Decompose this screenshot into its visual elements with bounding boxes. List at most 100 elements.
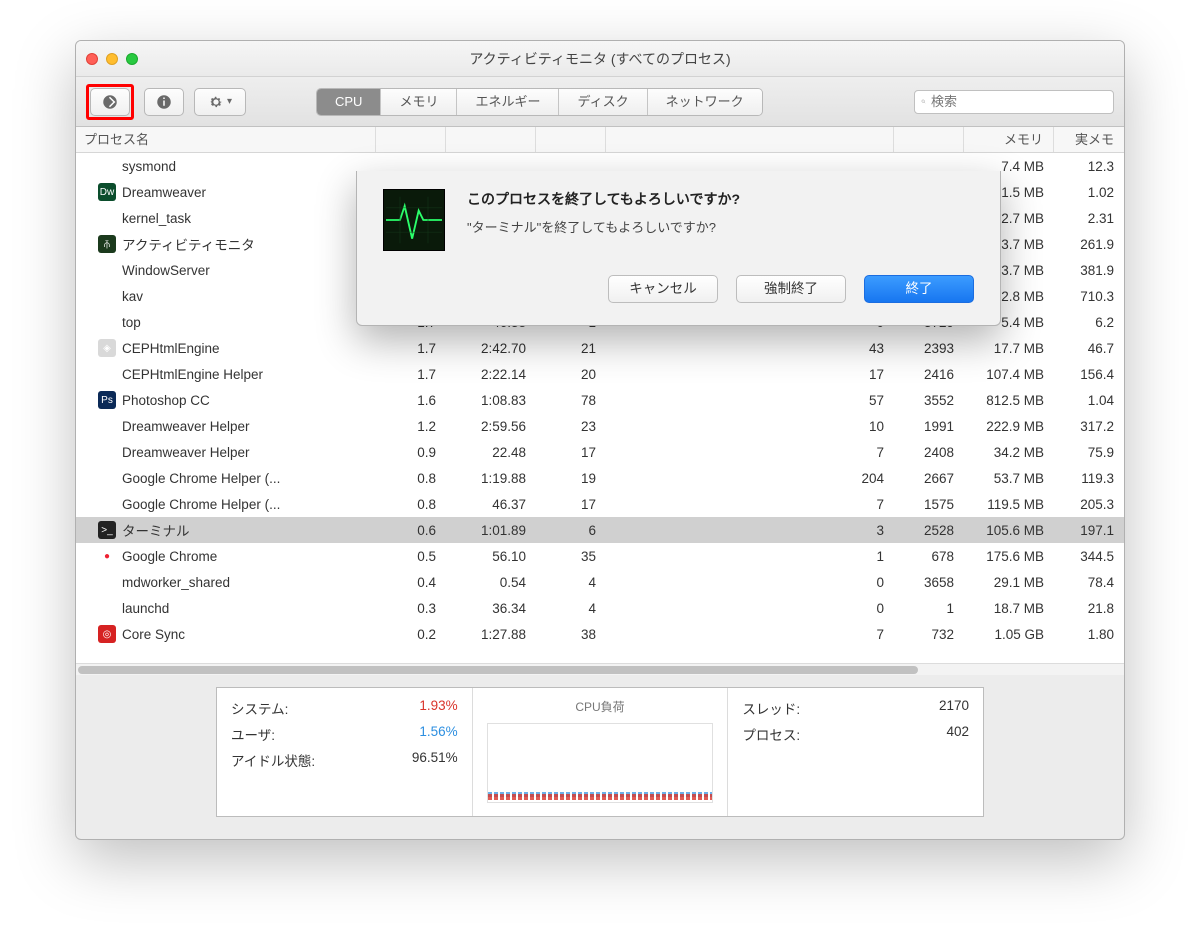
table-row[interactable]: >_ターミナル0.61:01.89632528105.6 MB197.1 (76, 517, 1124, 543)
val-processes: 402 (946, 724, 969, 744)
table-row[interactable]: ●Google Chrome0.556.10351678175.6 MB344.… (76, 543, 1124, 569)
cell-pid: 732 (894, 627, 964, 642)
toolbar: ▾ CPU メモリ エネルギー ディスク ネットワーク (76, 77, 1124, 127)
cell-th: 38 (536, 627, 606, 642)
cell-real: 197.1 (1054, 523, 1124, 538)
cell-time: 1:01.89 (446, 523, 536, 538)
cell-pid: 2667 (894, 471, 964, 486)
cell-real: 205.3 (1054, 497, 1124, 512)
cell-mem: 175.6 MB (964, 549, 1054, 564)
cell-cpu: 0.6 (376, 523, 446, 538)
cell-time: 36.34 (446, 601, 536, 616)
app-icon (98, 495, 116, 513)
cell-real: 46.7 (1054, 341, 1124, 356)
horizontal-scrollbar[interactable] (76, 663, 1124, 675)
cell-mem: 107.4 MB (964, 367, 1054, 382)
dialog-title: このプロセスを終了してもよろしいですか? (467, 189, 740, 209)
cell-id: 3 (824, 523, 894, 538)
cell-mem: 17.7 MB (964, 341, 1054, 356)
lbl-user: ユーザ: (231, 724, 275, 744)
tab-network[interactable]: ネットワーク (647, 89, 762, 115)
cell-th: 35 (536, 549, 606, 564)
table-row[interactable]: ◎Core Sync0.21:27.883877321.05 GB1.80 (76, 621, 1124, 647)
col-name[interactable]: プロセス名 (76, 127, 376, 152)
cell-pid: 1575 (894, 497, 964, 512)
cell-mem: 105.6 MB (964, 523, 1054, 538)
cell-real: 156.4 (1054, 367, 1124, 382)
cell-real: 710.3 (1054, 289, 1124, 304)
table-row[interactable]: CEPHtmlEngine Helper1.72:22.142017241610… (76, 361, 1124, 387)
lbl-system: システム: (231, 698, 288, 718)
cell-real: 12.3 (1054, 159, 1124, 174)
maximize-icon[interactable] (126, 53, 138, 65)
minimize-icon[interactable] (106, 53, 118, 65)
cell-time: 1:27.88 (446, 627, 536, 642)
table-row[interactable]: Dreamweaver Helper0.922.48177240834.2 MB… (76, 439, 1124, 465)
cell-th: 23 (536, 419, 606, 434)
table-row[interactable]: mdworker_shared0.40.5440365829.1 MB78.4 (76, 569, 1124, 595)
table-row[interactable]: Dreamweaver Helper1.22:59.5623101991222.… (76, 413, 1124, 439)
app-icon (98, 599, 116, 617)
cell-cpu: 0.5 (376, 549, 446, 564)
tab-cpu[interactable]: CPU (317, 89, 380, 115)
col-pid[interactable] (894, 127, 964, 152)
table-row[interactable]: launchd0.336.3440118.7 MB21.8 (76, 595, 1124, 621)
cell-mem: 812.5 MB (964, 393, 1054, 408)
process-name: sysmond (122, 159, 376, 174)
table-header: プロセス名 メモリ 実メモ (76, 127, 1124, 153)
process-name: アクティビティモニタ (122, 234, 376, 254)
table-row[interactable]: Google Chrome Helper (...0.846.371771575… (76, 491, 1124, 517)
cell-time: 22.48 (446, 445, 536, 460)
tab-energy[interactable]: エネルギー (456, 89, 558, 115)
app-icon: ⫚ (98, 235, 116, 253)
tab-disk[interactable]: ディスク (558, 89, 646, 115)
cell-mem: 29.1 MB (964, 575, 1054, 590)
cell-th: 4 (536, 575, 606, 590)
cell-id: 0 (824, 575, 894, 590)
cell-cpu: 0.9 (376, 445, 446, 460)
col-mem[interactable]: メモリ (964, 127, 1054, 152)
cell-pid: 2528 (894, 523, 964, 538)
cell-cpu: 0.3 (376, 601, 446, 616)
app-icon (98, 157, 116, 175)
table-row[interactable]: ◈CEPHtmlEngine1.72:42.702143239317.7 MB4… (76, 335, 1124, 361)
force-quit-button[interactable]: 強制終了 (736, 275, 846, 303)
search-input[interactable] (931, 94, 1107, 109)
cell-id: 7 (824, 627, 894, 642)
scroll-thumb[interactable] (78, 666, 918, 674)
cell-time: 1:19.88 (446, 471, 536, 486)
col-threads[interactable] (536, 127, 606, 152)
close-icon[interactable] (86, 53, 98, 65)
process-name: kernel_task (122, 211, 376, 226)
val-user: 1.56% (419, 724, 457, 744)
cancel-button[interactable]: キャンセル (608, 275, 718, 303)
app-icon: ◈ (98, 339, 116, 357)
col-time[interactable] (446, 127, 536, 152)
cell-real: 2.31 (1054, 211, 1124, 226)
cell-pid: 3658 (894, 575, 964, 590)
cell-time: 2:42.70 (446, 341, 536, 356)
cell-cpu: 0.2 (376, 627, 446, 642)
col-idle[interactable] (824, 127, 894, 152)
cell-time: 2:59.56 (446, 419, 536, 434)
quit-button[interactable]: 終了 (864, 275, 974, 303)
cell-th: 20 (536, 367, 606, 382)
footer-right: スレッド:2170 プロセス:402 (727, 688, 983, 816)
cell-cpu: 0.8 (376, 471, 446, 486)
cell-real: 261.9 (1054, 237, 1124, 252)
info-button[interactable] (144, 88, 184, 116)
tab-memory[interactable]: メモリ (380, 89, 456, 115)
stop-process-button[interactable] (90, 88, 130, 116)
col-real[interactable]: 実メモ (1054, 127, 1124, 152)
col-cpu[interactable] (376, 127, 446, 152)
cell-pid: 1991 (894, 419, 964, 434)
settings-button[interactable]: ▾ (194, 88, 246, 116)
cell-id: 0 (824, 601, 894, 616)
table-row[interactable]: Google Chrome Helper (...0.81:19.8819204… (76, 465, 1124, 491)
search-field[interactable] (914, 90, 1114, 114)
table-row[interactable]: PsPhotoshop CC1.61:08.8378573552812.5 MB… (76, 387, 1124, 413)
cell-pid: 678 (894, 549, 964, 564)
lbl-threads: スレッド: (742, 698, 800, 718)
process-name: mdworker_shared (122, 575, 376, 590)
cell-real: 381.9 (1054, 263, 1124, 278)
